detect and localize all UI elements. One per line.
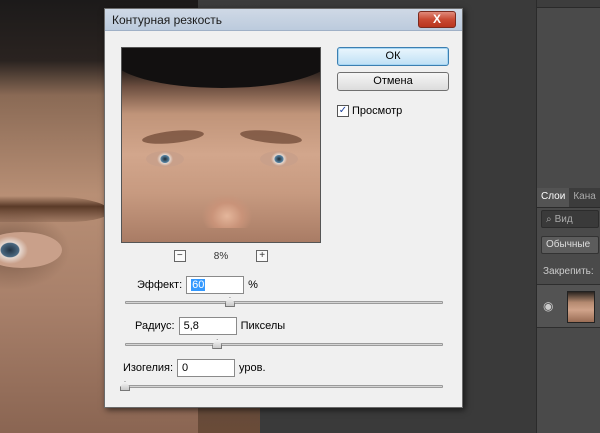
ok-button[interactable]: ОК bbox=[337, 47, 449, 66]
search-icon: ⌕ bbox=[546, 213, 552, 225]
preview-eye-right bbox=[260, 151, 298, 167]
close-button[interactable]: X bbox=[418, 11, 456, 28]
amount-label: Эффект: bbox=[137, 279, 183, 291]
background-eye bbox=[0, 232, 62, 268]
unsharp-mask-dialog: Контурная резкость X − 8% + ОК Отмена ✓ … bbox=[104, 8, 463, 408]
preview-eyebrow-left bbox=[141, 127, 205, 147]
layers-panel: Слои Кана ⌕ Вид Обычные Закрепить: ◉ bbox=[536, 0, 600, 433]
layers-panel-tabs: Слои Кана bbox=[537, 188, 600, 208]
radius-slider[interactable] bbox=[125, 339, 443, 349]
panel-header bbox=[537, 0, 600, 8]
amount-input[interactable]: 60 bbox=[186, 276, 245, 294]
preview-image[interactable] bbox=[121, 47, 321, 243]
tab-channels[interactable]: Кана bbox=[569, 188, 599, 207]
radius-slider-thumb[interactable] bbox=[212, 339, 223, 349]
layer-row[interactable]: ◉ bbox=[537, 284, 600, 328]
amount-row: Эффект: 60 % bbox=[137, 276, 258, 294]
blend-mode-select[interactable]: Обычные bbox=[541, 236, 599, 254]
zoom-in-button[interactable]: + bbox=[256, 250, 269, 262]
threshold-unit: уров. bbox=[239, 362, 266, 374]
radius-label: Радиус: bbox=[135, 320, 175, 332]
radius-unit: Пикселы bbox=[240, 320, 286, 332]
preview-eye-left bbox=[146, 151, 184, 167]
eye-icon[interactable]: ◉ bbox=[543, 299, 553, 313]
zoom-controls: − 8% + bbox=[121, 249, 321, 263]
zoom-level: 8% bbox=[213, 250, 229, 262]
preview-checkbox[interactable]: ✓ bbox=[337, 105, 349, 117]
threshold-label: Изогелия: bbox=[123, 362, 174, 374]
layer-thumbnail bbox=[567, 291, 595, 323]
background-eyebrow bbox=[0, 196, 110, 222]
preview-nose bbox=[202, 168, 252, 228]
dialog-titlebar[interactable]: Контурная резкость X bbox=[105, 9, 462, 31]
lock-label: Закрепить: bbox=[543, 266, 594, 277]
radius-input[interactable]: 5,8 bbox=[178, 317, 237, 335]
radius-row: Радиус: 5,8 Пикселы bbox=[135, 317, 285, 335]
amount-slider-thumb[interactable] bbox=[224, 297, 235, 307]
layer-filter-search[interactable]: ⌕ Вид bbox=[541, 210, 599, 228]
zoom-out-button[interactable]: − bbox=[173, 250, 186, 262]
preview-eyebrow-right bbox=[239, 127, 303, 147]
threshold-slider-track bbox=[125, 385, 443, 388]
amount-slider[interactable] bbox=[125, 297, 443, 307]
layer-filter-label: Вид bbox=[554, 213, 573, 225]
threshold-slider[interactable] bbox=[120, 381, 443, 391]
amount-slider-track bbox=[125, 301, 443, 304]
preview-toggle[interactable]: ✓ Просмотр bbox=[337, 105, 402, 117]
cancel-button[interactable]: Отмена bbox=[337, 72, 449, 91]
radius-slider-track bbox=[125, 343, 443, 346]
threshold-input[interactable]: 0 bbox=[177, 359, 236, 377]
dialog-title: Контурная резкость bbox=[112, 13, 222, 27]
amount-value: 60 bbox=[191, 279, 206, 291]
amount-unit: % bbox=[248, 279, 258, 291]
tab-layers[interactable]: Слои bbox=[537, 188, 570, 207]
threshold-row: Изогелия: 0 уров. bbox=[123, 359, 266, 377]
preview-checkbox-label: Просмотр bbox=[352, 105, 403, 117]
preview-hair bbox=[122, 48, 320, 88]
threshold-slider-thumb[interactable] bbox=[120, 381, 130, 391]
